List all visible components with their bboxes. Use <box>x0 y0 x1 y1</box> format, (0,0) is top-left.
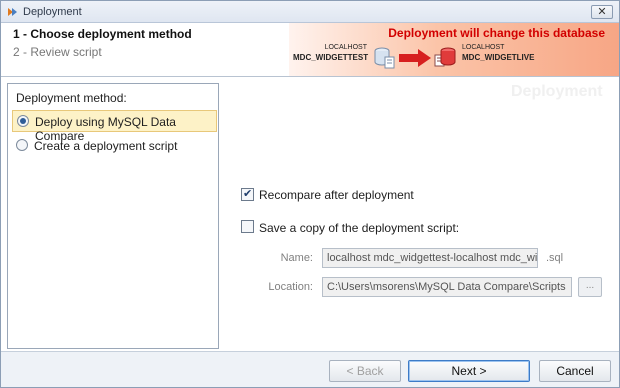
close-button[interactable]: ✕ <box>591 5 613 19</box>
location-field[interactable]: C:\Users\msorens\MySQL Data Compare\Scri… <box>322 277 572 297</box>
title-bar: Deployment ✕ <box>1 1 619 23</box>
footer: < Back Next > Cancel <box>1 351 619 387</box>
target-database: MDC_WIDGETLIVE <box>462 53 535 62</box>
watermark: Deployment <box>511 83 603 100</box>
step-current: 1 - Choose deployment method <box>13 27 192 41</box>
target-database-icon <box>434 47 456 67</box>
target-server: LOCALHOST <box>462 44 505 51</box>
deployment-banner: Deployment will change this database LOC… <box>289 23 619 76</box>
recompare-checkbox[interactable] <box>241 187 254 201</box>
extension-label: .sql <box>546 252 564 264</box>
name-field[interactable]: localhost mdc_widgettest-localhost mdc_w… <box>322 248 538 268</box>
source-server: LOCALHOST <box>324 44 367 51</box>
deployment-dialog: Deployment ✕ 1 - Choose deployment metho… <box>0 0 620 388</box>
header-divider <box>1 76 619 77</box>
location-label: Location: <box>268 281 313 293</box>
app-icon <box>8 8 17 16</box>
deploy-arrow-icon <box>399 49 431 67</box>
window-title: Deployment <box>23 6 82 18</box>
source-db-label: LOCALHOST MDC_WIDGETTEST <box>293 44 369 62</box>
browse-button[interactable]: ... <box>578 277 602 297</box>
radio-selected-icon[interactable] <box>17 115 29 127</box>
save-copy-checkbox[interactable] <box>241 220 254 233</box>
wizard-steps: 1 - Choose deployment method 2 - Review … <box>13 27 192 59</box>
deployment-method-title: Deployment method: <box>16 91 127 105</box>
source-database-icon <box>374 47 395 69</box>
header: 1 - Choose deployment method 2 - Review … <box>1 23 619 76</box>
target-db-label: LOCALHOST MDC_WIDGETLIVE <box>462 44 534 62</box>
name-label: Name: <box>280 252 313 264</box>
option-label: Create a deployment script <box>34 139 178 153</box>
radio-unselected-icon[interactable] <box>16 139 28 151</box>
banner-warning: Deployment will change this database <box>388 26 605 40</box>
cancel-button[interactable]: Cancel <box>539 360 611 382</box>
recompare-label[interactable]: Recompare after deployment <box>259 188 414 202</box>
save-copy-label[interactable]: Save a copy of the deployment script: <box>259 221 459 235</box>
back-button[interactable]: < Back <box>329 360 401 382</box>
next-button[interactable]: Next > <box>408 360 530 382</box>
option-create-deployment-script[interactable]: Create a deployment script <box>12 135 217 157</box>
option-deploy-mysql-data-compare[interactable]: Deploy using MySQL Data Compare <box>12 110 217 143</box>
deployment-method-panel: Deployment method: Deploy using MySQL Da… <box>7 83 219 349</box>
source-database: MDC_WIDGETTEST <box>293 53 369 62</box>
step-next: 2 - Review script <box>13 45 102 59</box>
